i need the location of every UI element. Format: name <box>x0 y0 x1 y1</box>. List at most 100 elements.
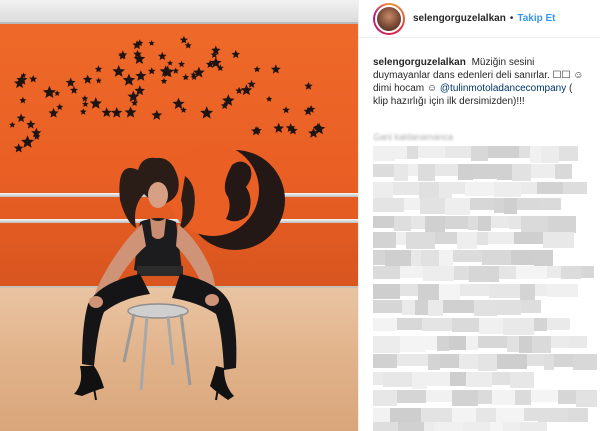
blurred-comment-block <box>373 284 400 299</box>
blurred-comment-block <box>453 250 482 262</box>
blurred-comment-block <box>492 372 510 385</box>
caption-username[interactable]: selengorguzelalkan <box>373 57 466 68</box>
blurred-comment-block <box>563 182 587 194</box>
blurred-comment-block <box>397 354 428 366</box>
blurred-comment-block <box>396 232 406 245</box>
blurred-comment-block <box>514 232 543 244</box>
blurred-comment-block <box>422 318 452 331</box>
blurred-comment-block <box>397 390 426 403</box>
blurred-comment-block <box>420 198 445 214</box>
post-photo[interactable] <box>0 0 358 431</box>
blurred-comment-block <box>507 336 519 352</box>
blurred-comment-block <box>445 216 468 229</box>
blurred-comment-block <box>373 408 390 422</box>
blurred-comment-block <box>395 146 407 159</box>
dancer-photo-icon <box>74 144 285 401</box>
blurred-comment-block <box>397 318 422 330</box>
blurred-comment-block <box>478 336 507 348</box>
blurred-comment-block <box>478 390 492 404</box>
blurred-comment-block <box>541 146 559 163</box>
blurred-comment-block <box>530 146 541 163</box>
blurred-comment-block <box>538 408 568 422</box>
blurred-comment-block <box>488 146 519 158</box>
blurred-comment-block <box>466 372 492 387</box>
blurred-comment-block <box>373 216 394 228</box>
blurred-comment-block <box>490 422 503 431</box>
blurred-comment-block <box>373 422 398 431</box>
blurred-comment-block <box>421 250 439 266</box>
post-side-panel: selengorguzelalkan • Takip Et selengorgu… <box>358 0 600 431</box>
blurred-comment-block <box>521 300 541 313</box>
blurred-comment-block <box>548 216 576 233</box>
blurred-comment-block <box>477 232 488 245</box>
blurred-comment-block <box>476 408 496 422</box>
blurred-comment-block <box>494 198 504 213</box>
blurred-comment-block <box>418 164 435 181</box>
blurred-comment-block <box>512 164 531 181</box>
blurred-comment-block <box>412 372 427 389</box>
blurred-comment-block <box>497 164 512 180</box>
blurred-comment-block <box>491 216 509 228</box>
blurred-comment-block <box>439 182 452 199</box>
blurred-comment-block <box>470 198 494 210</box>
blurred-comment-block <box>394 164 408 181</box>
blurred-comment-block <box>437 336 449 351</box>
blurred-comment-block <box>373 354 397 368</box>
blurred-comment-block <box>511 250 534 265</box>
blurred-comment-block <box>527 354 544 366</box>
blurred-comment-block <box>473 164 497 179</box>
blurred-comment-block <box>479 318 503 334</box>
blurred-comment-block <box>520 422 547 431</box>
blurred-comment-block <box>373 146 395 161</box>
blurred-comment-block <box>373 372 383 385</box>
blurred-comment-block <box>489 284 520 298</box>
blurred-comment-block <box>478 216 491 231</box>
blurred-comment-block <box>421 408 452 423</box>
blurred-comment-block <box>510 372 534 388</box>
avatar[interactable] <box>373 2 405 35</box>
header-username[interactable]: selengorguzelalkan <box>413 13 506 24</box>
blurred-comment-block <box>428 300 443 316</box>
blurred-comment-block <box>569 336 587 348</box>
blurred-comment-block <box>482 250 511 265</box>
blurred-comment-block <box>423 266 454 281</box>
blurred-comment-block <box>488 232 514 244</box>
blurred-comment-block <box>440 354 459 368</box>
post-caption: selengorguzelalkan Müziğin sesini duymay… <box>359 38 600 108</box>
blurred-comment-block <box>573 354 597 370</box>
blurred-comment-block <box>454 266 469 280</box>
blurred-comment-block <box>532 336 551 353</box>
blurred-comment-block <box>398 422 424 431</box>
blurred-comment-block <box>497 300 521 315</box>
blurred-comment-block <box>531 164 555 178</box>
blurred-comment-block <box>492 390 515 405</box>
blurred-comment-block <box>460 284 489 296</box>
blurred-comment-block <box>534 250 553 266</box>
blurred-comment-block <box>402 300 415 315</box>
blurred-comment-block <box>418 284 439 300</box>
blurred-comment-block <box>411 216 425 229</box>
blurred-comment-block <box>576 390 597 407</box>
blurred-comment-block <box>568 408 588 422</box>
blurred-comment-block <box>539 198 561 210</box>
blurred-comment-block <box>516 266 547 279</box>
blurred-comment-block <box>559 146 578 161</box>
blurred-comment-block <box>406 232 435 249</box>
caption-mention-link[interactable]: @tulinmotoladancecompany <box>440 83 566 94</box>
blurred-comment-block <box>385 250 411 267</box>
blurred-comment-block <box>468 216 478 230</box>
blurred-comment-block <box>520 284 535 300</box>
blurred-comment-block <box>404 198 420 210</box>
follow-button[interactable]: Takip Et <box>517 13 555 24</box>
blurred-comment-block <box>521 182 537 194</box>
blurred-comment-block <box>426 390 452 402</box>
blurred-comment-block <box>443 300 474 313</box>
blurred-comment-block <box>504 198 517 214</box>
blurred-comment-block <box>524 408 538 421</box>
blurred-comment-block <box>551 336 569 348</box>
blurred-comment-block <box>561 266 581 279</box>
blurred-comment-block <box>411 250 421 266</box>
blurred-comment-block <box>373 250 385 265</box>
blurred-comment-block <box>547 284 578 297</box>
blurred-comment-block <box>373 198 404 212</box>
